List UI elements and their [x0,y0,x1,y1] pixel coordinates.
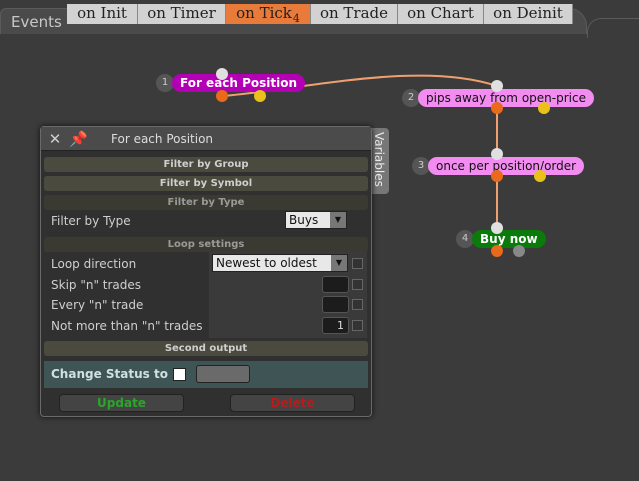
limit-trades-checkbox[interactable] [352,320,363,331]
output-pin[interactable] [491,170,503,182]
input-pin[interactable] [491,148,503,160]
chevron-down-icon: ▼ [331,255,347,271]
filter-type-value: Buys [289,213,319,227]
panel-header: ✕ 📌 For each Position [41,127,371,151]
filter-type-label: Filter by Type [51,214,131,228]
output-pin-second[interactable] [254,90,266,102]
output-pin-second[interactable] [513,245,525,257]
filter-type-select[interactable]: Buys ▼ [285,211,347,229]
variables-tab-label: Variables [372,132,386,187]
node-label: once per position/order [428,157,585,175]
every-trade-checkbox[interactable] [352,299,363,310]
every-trade-label: Every "n" trade [51,298,144,312]
section-filter-by-symbol[interactable]: Filter by Symbol [44,176,368,191]
input-pin[interactable] [491,222,503,234]
block-settings-panel: ✕ 📌 For each Position Filter by Group Fi… [40,126,372,417]
every-trade-input[interactable] [322,296,349,313]
change-status-select[interactable] [196,365,250,383]
variables-tab[interactable]: Variables [371,128,389,194]
limit-trades-label: Not more than "n" trades [51,319,203,333]
input-pin[interactable] [216,68,228,80]
skip-trades-checkbox[interactable] [352,279,363,290]
output-pin[interactable] [491,245,503,257]
output-pin-second[interactable] [534,170,546,182]
section-filter-by-group[interactable]: Filter by Group [44,157,368,172]
panel-title: For each Position [111,132,214,146]
loop-direction-checkbox[interactable] [352,258,363,269]
change-status-row: Change Status to [44,361,368,388]
output-pin[interactable] [491,102,503,114]
output-pin[interactable] [216,90,228,102]
output-pin-second[interactable] [538,102,550,114]
node-label: Buy now [472,230,546,248]
loop-direction-label: Loop direction [51,257,137,271]
loop-direction-value: Newest to oldest [216,256,317,270]
section-loop-settings[interactable]: Loop settings [44,237,368,252]
input-pin[interactable] [491,80,503,92]
pin-icon[interactable]: 📌 [69,130,88,148]
node-label: pips away from open-price [418,89,594,107]
node-label: For each Position [172,74,306,92]
close-icon[interactable]: ✕ [46,130,64,148]
delete-button[interactable]: Delete [230,394,355,412]
section-filter-by-type[interactable]: Filter by Type [44,195,368,210]
limit-trades-input[interactable]: 1 [322,317,349,334]
skip-trades-label: Skip "n" trades [51,278,142,292]
skip-trades-input[interactable] [322,276,349,293]
chevron-down-icon: ▼ [330,212,346,228]
change-status-label: Change Status to [51,367,168,381]
section-second-output[interactable]: Second output [44,341,368,356]
change-status-checkbox[interactable] [173,368,186,381]
update-button[interactable]: Update [59,394,184,412]
loop-direction-select[interactable]: Newest to oldest ▼ [212,254,348,272]
